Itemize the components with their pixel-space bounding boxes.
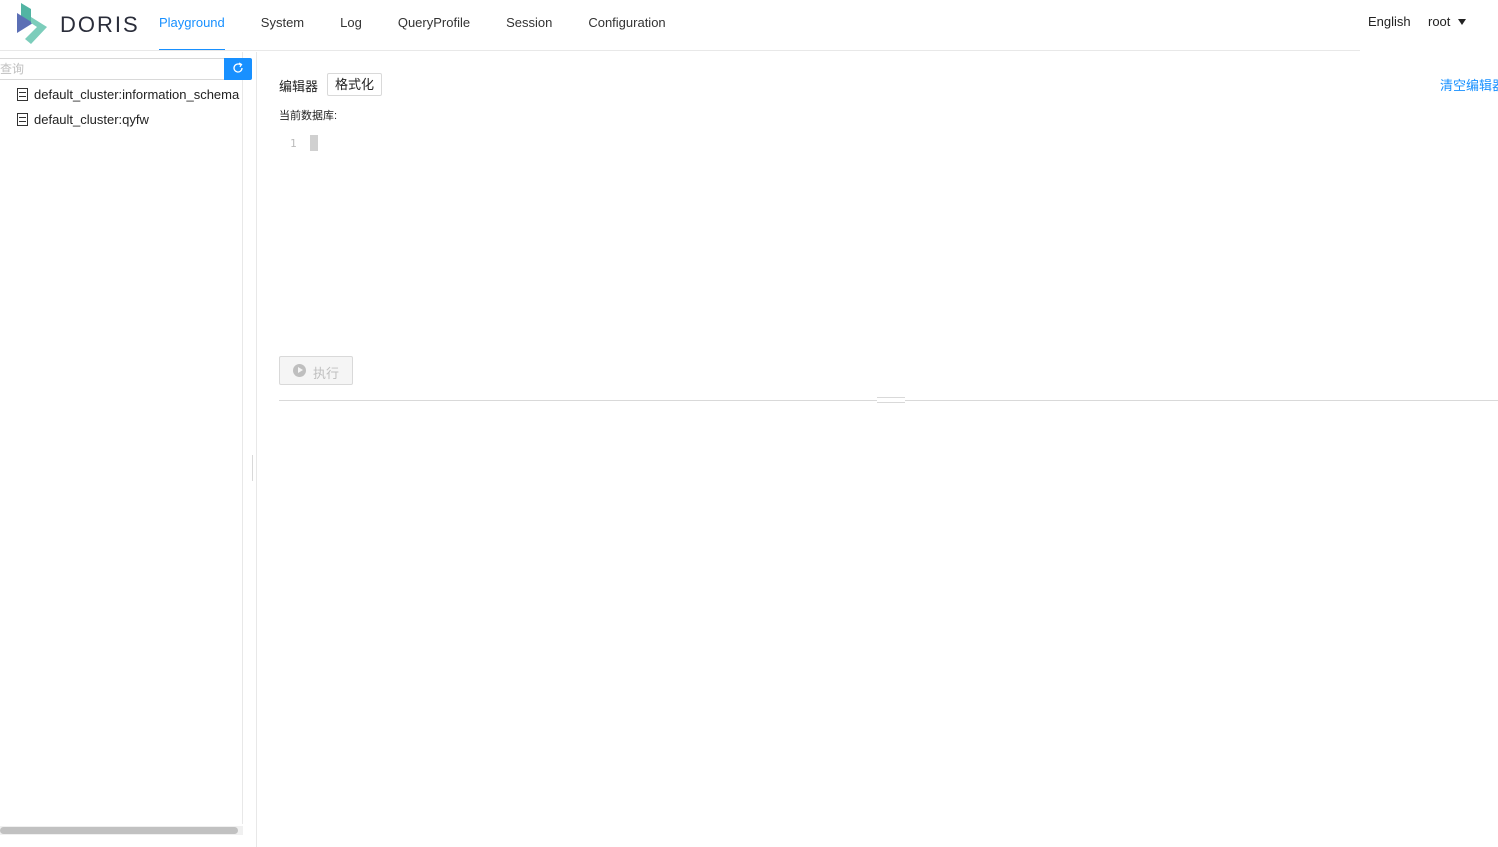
- play-circle-icon: [293, 364, 306, 377]
- execute-button[interactable]: 执行: [279, 356, 353, 385]
- caret-down-icon[interactable]: [1458, 19, 1466, 25]
- clear-editor-link[interactable]: 清空编辑器: [1440, 75, 1498, 94]
- tree-item-qyfw[interactable]: default_cluster:qyfw: [17, 109, 149, 129]
- database-icon: [17, 87, 28, 101]
- doris-logo[interactable]: DORIS: [17, 3, 142, 45]
- splitter-grip[interactable]: [877, 397, 905, 403]
- brand-name: DORIS: [60, 12, 140, 37]
- tree-item-label: default_cluster:information_schema: [34, 86, 240, 102]
- nav-session[interactable]: Session: [488, 0, 570, 51]
- sidebar-horizontal-scrollbar[interactable]: [0, 826, 243, 835]
- nav-queryprofile[interactable]: QueryProfile: [380, 0, 488, 51]
- top-header: DORIS Playground System Log QueryProfile…: [0, 0, 1498, 51]
- nav-playground[interactable]: Playground: [141, 0, 243, 51]
- scrollbar-thumb[interactable]: [0, 827, 238, 834]
- text-cursor: [310, 135, 318, 151]
- nav-configuration[interactable]: Configuration: [570, 0, 683, 51]
- sidebar-resize-handle[interactable]: [252, 455, 254, 481]
- format-button[interactable]: 格式化: [327, 73, 383, 96]
- refresh-button[interactable]: [224, 58, 252, 80]
- main-nav: Playground System Log QueryProfile Sessi…: [141, 0, 684, 51]
- current-database-label: 当前数据库:: [279, 110, 338, 122]
- sql-editor[interactable]: 1: [279, 128, 1498, 338]
- line-number: 1: [290, 137, 297, 150]
- language-switch[interactable]: English: [1368, 14, 1411, 29]
- nav-log[interactable]: Log: [322, 0, 380, 51]
- user-menu[interactable]: root: [1428, 14, 1450, 29]
- nav-system[interactable]: System: [243, 0, 322, 51]
- database-icon: [17, 112, 28, 126]
- search-input[interactable]: [0, 59, 224, 79]
- tree-item-label: default_cluster:qyfw: [34, 111, 149, 127]
- refresh-icon: [233, 62, 243, 73]
- execute-button-label: 执行: [313, 366, 340, 381]
- tree-item-information-schema[interactable]: default_cluster:information_schema: [17, 84, 239, 104]
- header-divider: [0, 50, 1360, 51]
- search-box: [0, 58, 225, 80]
- doris-logo-icon: [17, 3, 47, 44]
- sidebar-divider: [256, 52, 257, 847]
- editor-label: 编辑器: [279, 79, 319, 94]
- database-sidebar: default_cluster:information_schema defau…: [0, 52, 252, 824]
